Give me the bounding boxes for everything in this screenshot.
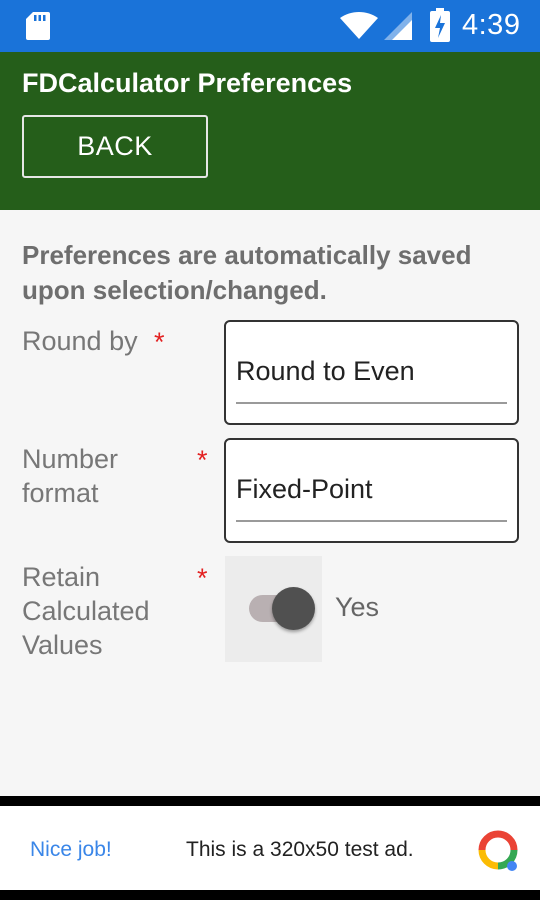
wifi-icon: [340, 12, 378, 39]
ad-cta-link[interactable]: Nice job!: [30, 838, 112, 862]
back-button[interactable]: BACK: [22, 115, 208, 178]
retain-values-required-mark: *: [197, 563, 208, 593]
toggle-thumb: [272, 587, 315, 630]
round-by-value: Round to Even: [236, 356, 415, 386]
autosave-notice: Preferences are automatically saved upon…: [22, 240, 472, 305]
nav-bar-strip: [0, 890, 540, 900]
round-by-label: Round by: [22, 326, 138, 356]
page-title: FDCalculator Preferences: [22, 68, 353, 98]
retain-values-label: Retain Calculated Values: [22, 562, 150, 660]
google-ads-logo-icon: [478, 830, 518, 871]
round-by-underline: [236, 402, 507, 404]
ad-banner[interactable]: Nice job! This is a 320x50 test ad.: [0, 806, 540, 890]
number-format-select[interactable]: Fixed-Point: [224, 438, 519, 543]
ad-text: This is a 320x50 test ad.: [186, 838, 414, 861]
round-by-select[interactable]: Round to Even: [224, 320, 519, 425]
round-by-required-mark: *: [154, 327, 165, 357]
preferences-content: Preferences are automatically saved upon…: [0, 210, 540, 796]
status-bar: 4:39: [0, 0, 540, 52]
number-format-required-mark: *: [197, 445, 208, 475]
sd-card-icon: [26, 12, 50, 40]
number-format-label: Number format: [22, 444, 119, 508]
battery-charging-icon: [430, 8, 450, 42]
ad-divider: [0, 796, 540, 806]
retain-values-state: Yes: [335, 592, 380, 622]
app-header: FDCalculator Preferences BACK: [0, 52, 540, 210]
retain-values-toggle[interactable]: [225, 556, 322, 662]
status-time: 4:39: [462, 9, 521, 41]
cell-signal-icon: [384, 12, 412, 40]
number-format-underline: [236, 520, 507, 522]
number-format-value: Fixed-Point: [236, 474, 373, 504]
